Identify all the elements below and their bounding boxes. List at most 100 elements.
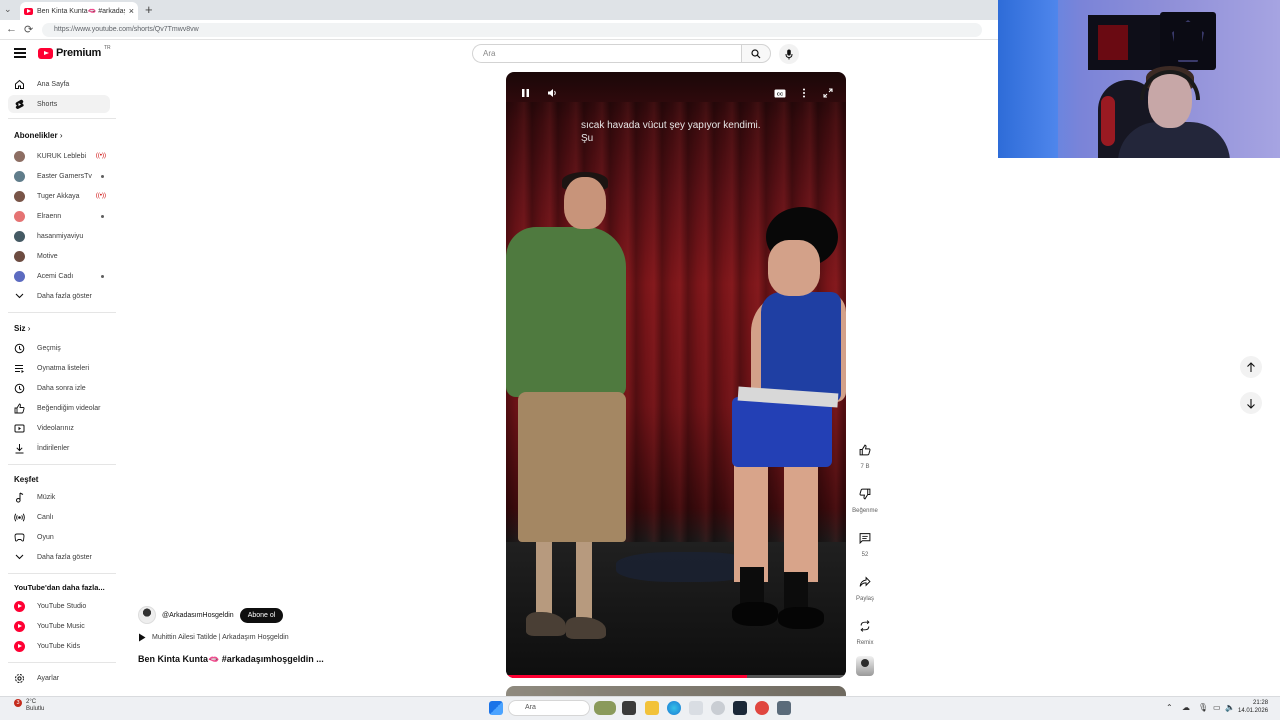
system-clock[interactable]: 21:28 14.01.2026 [1238, 699, 1268, 715]
sidebar-subscription-item[interactable]: KURUK Leblebi ((•)) [8, 147, 110, 165]
next-short-preview[interactable] [506, 686, 846, 696]
guide-sidebar: Ana Sayfa Shorts Abonelikler › KURUK Leb… [0, 72, 122, 694]
file-explorer-icon[interactable] [645, 701, 659, 715]
comments-action[interactable]: 52 [850, 526, 880, 558]
search-input[interactable]: Ara [472, 44, 742, 63]
previous-short-button[interactable] [1240, 356, 1262, 378]
mute-button[interactable] [545, 86, 559, 100]
tab-list-button[interactable]: ⌄ [4, 4, 12, 15]
settings-app-icon[interactable] [711, 701, 725, 715]
speaker-icon[interactable]: 🔈 [1225, 703, 1235, 712]
logo-text: Premium [56, 47, 101, 59]
shorts-video-player[interactable]: sıcak havada vücut şey yapıyor kendimi. … [506, 72, 846, 678]
sidebar-item-youtube-kids[interactable]: YouTube Kids [8, 637, 110, 655]
sidebar-item-shorts[interactable]: Shorts [8, 95, 110, 113]
back-button[interactable]: ← [6, 23, 17, 35]
channel-avatar[interactable] [138, 606, 156, 624]
voice-search-button[interactable] [779, 44, 799, 64]
short-music-link[interactable]: Muhittin Ailesi Tatilde | Arkadaşım Hoşg… [138, 633, 289, 642]
sidebar-item-watch-later[interactable]: Daha sonra izle [8, 379, 110, 397]
taskbar-search[interactable]: Ara [508, 700, 590, 716]
task-view-icon[interactable] [622, 701, 636, 715]
sidebar-item-music[interactable]: Müzik [8, 488, 110, 506]
short-title[interactable]: Ben Kinta Kunta🫦 #arkadaşımhoşgeldin ... [138, 654, 324, 665]
tray-overflow-icon[interactable]: ⌃ [1166, 703, 1173, 712]
sidebar-item-downloads[interactable]: İndirilenler [8, 439, 110, 457]
microphone-tray-icon[interactable]: 🎙 [1198, 703, 1208, 712]
youtube-premium-logo[interactable]: Premium TR [38, 45, 111, 59]
subscribe-button[interactable]: Abone ol [239, 607, 284, 623]
sidebar-subscription-item[interactable]: Tuger Akkaya ((•)) [8, 187, 110, 205]
like-button[interactable] [853, 438, 877, 462]
sidebar-item-history[interactable]: Geçmiş [8, 339, 110, 357]
sidebar-item-live[interactable]: Canlı [8, 508, 110, 526]
sidebar-subscription-item[interactable]: Motive [8, 247, 110, 265]
captions-button[interactable]: CC [773, 86, 787, 100]
share-button[interactable] [853, 570, 877, 594]
show-more-explore-button[interactable]: Daha fazla göster [8, 548, 110, 566]
pause-button[interactable] [518, 86, 532, 100]
sidebar-item-settings[interactable]: Ayarlar [8, 669, 110, 687]
weather-widget[interactable]: 3 2°C Bulutlu [12, 699, 44, 713]
sidebar-item-label: hasanmiyaviyu [37, 232, 84, 240]
menu-icon[interactable] [14, 48, 26, 60]
edge-browser-icon[interactable] [667, 701, 681, 715]
browser-tab[interactable]: Ben Kinta Kunta🫦 #arkadaşı × [20, 2, 138, 20]
sidebar-subscription-item[interactable]: Acemi Cadı [8, 267, 110, 285]
show-more-subscriptions-button[interactable]: Daha fazla göster [8, 287, 110, 305]
you-header[interactable]: Siz › [14, 324, 30, 333]
remix-action[interactable]: Remix [850, 614, 880, 646]
sidebar-item-your-videos[interactable]: Videolarınız [8, 419, 110, 437]
sidebar-subscription-item[interactable]: hasanmiyaviyu [8, 227, 110, 245]
comments-button[interactable] [853, 526, 877, 550]
address-bar[interactable]: https://www.youtube.com/shorts/Qv7Tmwv8v… [42, 23, 982, 37]
performer-right-leg [734, 462, 768, 582]
like-action[interactable]: 7 B [850, 438, 880, 470]
your-videos-icon [14, 423, 25, 434]
new-tab-button[interactable]: + [145, 2, 153, 17]
sidebar-item-liked-videos[interactable]: Beğendiğim videolar [8, 399, 110, 417]
captions-icon: CC [774, 89, 786, 97]
sidebar-item-home[interactable]: Ana Sayfa [8, 75, 110, 93]
sidebar-item-label: Daha fazla göster [37, 292, 92, 300]
channel-avatar [14, 230, 25, 242]
youtube-favicon-icon [24, 7, 33, 15]
sidebar-item-label: Motive [37, 252, 58, 260]
reload-button[interactable]: ⟳ [24, 23, 33, 36]
sidebar-item-gaming[interactable]: Oyun [8, 528, 110, 546]
more-options-button[interactable] [797, 86, 811, 100]
sidebar-item-label: Ana Sayfa [37, 80, 70, 88]
video-progress-bar[interactable] [506, 675, 846, 678]
tab-title: Ben Kinta Kunta🫦 #arkadaşı [37, 8, 125, 15]
cloud-icon[interactable]: ☁ [1182, 703, 1190, 712]
channel-thumbnail[interactable] [856, 656, 874, 676]
sidebar-item-youtube-studio[interactable]: YouTube Studio [8, 597, 110, 615]
fullscreen-button[interactable] [821, 86, 835, 100]
store-icon[interactable] [689, 701, 703, 715]
live-indicator-icon: ((•)) [95, 193, 106, 199]
dislike-action[interactable]: Beğenme [850, 482, 880, 514]
sidebar-subscription-item[interactable]: Elraenn [8, 207, 110, 225]
search-highlight-icon[interactable] [594, 701, 616, 715]
next-short-button[interactable] [1240, 392, 1262, 414]
like-icon [14, 403, 25, 414]
app-icon[interactable] [755, 701, 769, 715]
tab-close-button[interactable]: × [129, 6, 134, 16]
search-button[interactable] [741, 44, 771, 63]
share-action[interactable]: Paylaş [850, 570, 880, 602]
dislike-button[interactable] [853, 482, 877, 506]
remix-label: Remix [856, 640, 874, 646]
network-icon[interactable]: ▭ [1213, 703, 1221, 712]
remix-button[interactable] [853, 614, 877, 638]
windows-start-icon[interactable] [489, 701, 503, 715]
sidebar-item-playlists[interactable]: Oynatma listeleri [8, 359, 110, 377]
channel-handle[interactable]: @ArkadasımHosgeldin [162, 612, 234, 619]
app-icon[interactable] [777, 701, 791, 715]
sidebar-subscription-item[interactable]: Easter GamersTv [8, 167, 110, 185]
share-label: Paylaş [855, 596, 874, 602]
youtube-logo-icon [38, 47, 53, 59]
steam-icon[interactable] [733, 701, 747, 715]
sidebar-item-youtube-music[interactable]: YouTube Music [8, 617, 110, 635]
windows-taskbar [0, 696, 1280, 720]
subscriptions-header[interactable]: Abonelikler › [14, 131, 62, 140]
